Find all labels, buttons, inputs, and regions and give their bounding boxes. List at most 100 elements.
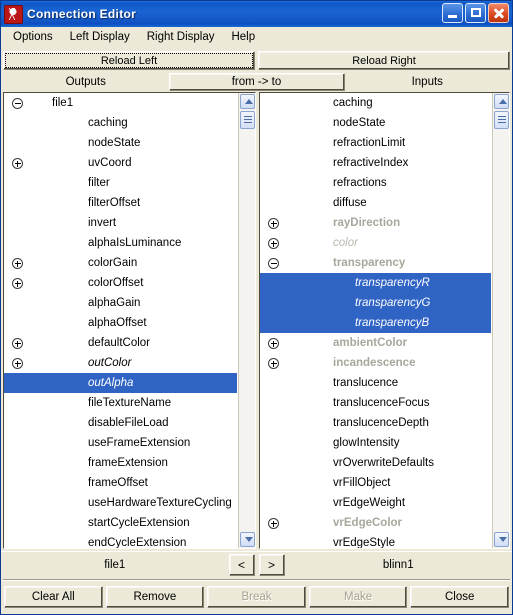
reload-right-button[interactable]: Reload Right [258,51,510,70]
minimize-button[interactable] [442,3,463,23]
expand-plus-icon[interactable] [12,358,23,369]
maximize-button[interactable] [465,3,486,23]
list-item[interactable]: alphaIsLuminance [4,233,237,253]
list-item[interactable]: refractions [260,173,491,193]
clear-all-button[interactable]: Clear All [4,586,103,608]
list-item[interactable]: frameExtension [4,453,237,473]
list-item[interactable]: disableFileLoad [4,413,237,433]
scroll-up-icon[interactable] [240,94,255,109]
list-item-label: colorOffset [88,277,144,289]
list-item[interactable]: vrEdgeColor [260,513,491,533]
list-item[interactable]: invert [4,213,237,233]
list-item[interactable]: vrFillObject [260,473,491,493]
list-item[interactable]: alphaGain [4,293,237,313]
list-item[interactable]: vrEdgeWeight [260,493,491,513]
list-item[interactable]: translucenceDepth [260,413,491,433]
from-to-button[interactable]: from -> to [168,72,345,91]
list-item[interactable]: diffuse [260,193,491,213]
list-item[interactable]: fileTextureName [4,393,237,413]
list-item[interactable]: glowIntensity [260,433,491,453]
list-item[interactable]: useFrameExtension [4,433,237,453]
expand-plus-icon[interactable] [12,278,23,289]
list-item-label: alphaIsLuminance [88,237,182,249]
list-item[interactable]: endCycleExtension [4,533,237,548]
scroll-down-icon[interactable] [494,532,509,547]
list-item[interactable]: caching [260,93,491,113]
outputs-pane: file1 caching nodeState uvCoord filter filter… [3,92,256,549]
expand-plus-icon[interactable] [268,218,279,229]
list-item[interactable]: vrOverwriteDefaults [260,453,491,473]
list-item[interactable]: transparency [260,253,491,273]
list-item[interactable]: filterOffset [4,193,237,213]
expand-plus-icon[interactable] [268,518,279,529]
list-item[interactable]: frameOffset [4,473,237,493]
list-item[interactable]: nodeState [4,133,237,153]
list-item-label: color [333,237,358,249]
scroll-down-icon[interactable] [240,532,255,547]
list-item[interactable]: alphaOffset [4,313,237,333]
scroll-thumb[interactable] [494,111,509,129]
list-item-label: refractiveIndex [333,157,409,169]
expand-plus-icon[interactable] [12,158,23,169]
list-item[interactable]: caching [4,113,237,133]
menu-item-left-display[interactable]: Left Display [62,29,139,46]
list-item[interactable]: incandescence [260,353,491,373]
expand-plus-icon[interactable] [268,358,279,369]
menu-item-options[interactable]: Options [5,29,62,46]
scroll-up-icon[interactable] [494,94,509,109]
list-item[interactable]: uvCoord [4,153,237,173]
list-item[interactable]: filter [4,173,237,193]
list-item[interactable]: startCycleExtension [4,513,237,533]
list-item-label: vrEdgeColor [333,517,403,529]
list-item-label: vrEdgeStyle [333,537,396,548]
list-item[interactable]: nodeState [260,113,491,133]
list-item-label: invert [88,217,117,229]
list-item[interactable]: defaultColor [4,333,237,353]
list-item[interactable]: ambientColor [260,333,491,353]
expand-plus-icon[interactable] [12,338,23,349]
list-item[interactable]: refractiveIndex [260,153,491,173]
close-window-button[interactable] [488,3,509,23]
list-item[interactable]: translucence [260,373,491,393]
node-name-bar: file1 < > blinn1 [1,551,512,578]
scroll-thumb[interactable] [240,111,255,129]
collapse-minus-icon[interactable] [268,258,279,269]
inputs-scrollbar[interactable] [492,93,509,548]
list-item[interactable]: transparencyB [260,313,491,333]
list-item[interactable]: outAlpha [4,373,237,393]
list-item[interactable]: refractionLimit [260,133,491,153]
list-item-label: incandescence [333,357,416,369]
list-item-label: diffuse [333,197,367,209]
collapse-minus-icon[interactable] [12,98,23,109]
inputs-list[interactable]: caching nodeState refractionLimit refractiv… [260,93,491,548]
next-button[interactable]: > [258,554,285,576]
prev-button[interactable]: < [228,554,255,576]
list-item-label: rayDirection [333,217,401,229]
expand-plus-icon[interactable] [268,338,279,349]
list-item[interactable]: useHardwareTextureCycling [4,493,237,513]
list-item-label: colorGain [88,257,138,269]
remove-button[interactable]: Remove [105,586,205,608]
list-item[interactable]: rayDirection [260,213,491,233]
close-button[interactable]: Close [410,586,509,608]
expand-plus-icon[interactable] [12,258,23,269]
menu-item-help[interactable]: Help [223,29,264,46]
list-item[interactable]: vrEdgeStyle [260,533,491,548]
list-item[interactable]: outColor [4,353,237,373]
expand-plus-icon[interactable] [268,238,279,249]
menu-bar: Options Left Display Right Display Help [1,27,512,49]
make-button: Make [308,586,408,608]
menu-item-right-display[interactable]: Right Display [139,29,224,46]
list-item[interactable]: file1 [4,93,237,113]
column-header-row: Outputs from -> to Inputs [1,71,512,92]
list-item[interactable]: transparencyR [260,273,491,293]
list-item[interactable]: color [260,233,491,253]
list-item[interactable]: colorOffset [4,273,237,293]
list-item[interactable]: translucenceFocus [260,393,491,413]
outputs-scrollbar[interactable] [238,93,255,548]
list-item[interactable]: transparencyG [260,293,491,313]
list-item[interactable]: colorGain [4,253,237,273]
list-item-label: vrFillObject [333,477,391,489]
reload-left-button[interactable]: Reload Left [3,51,255,70]
outputs-list[interactable]: file1 caching nodeState uvCoord filter filter… [4,93,237,548]
